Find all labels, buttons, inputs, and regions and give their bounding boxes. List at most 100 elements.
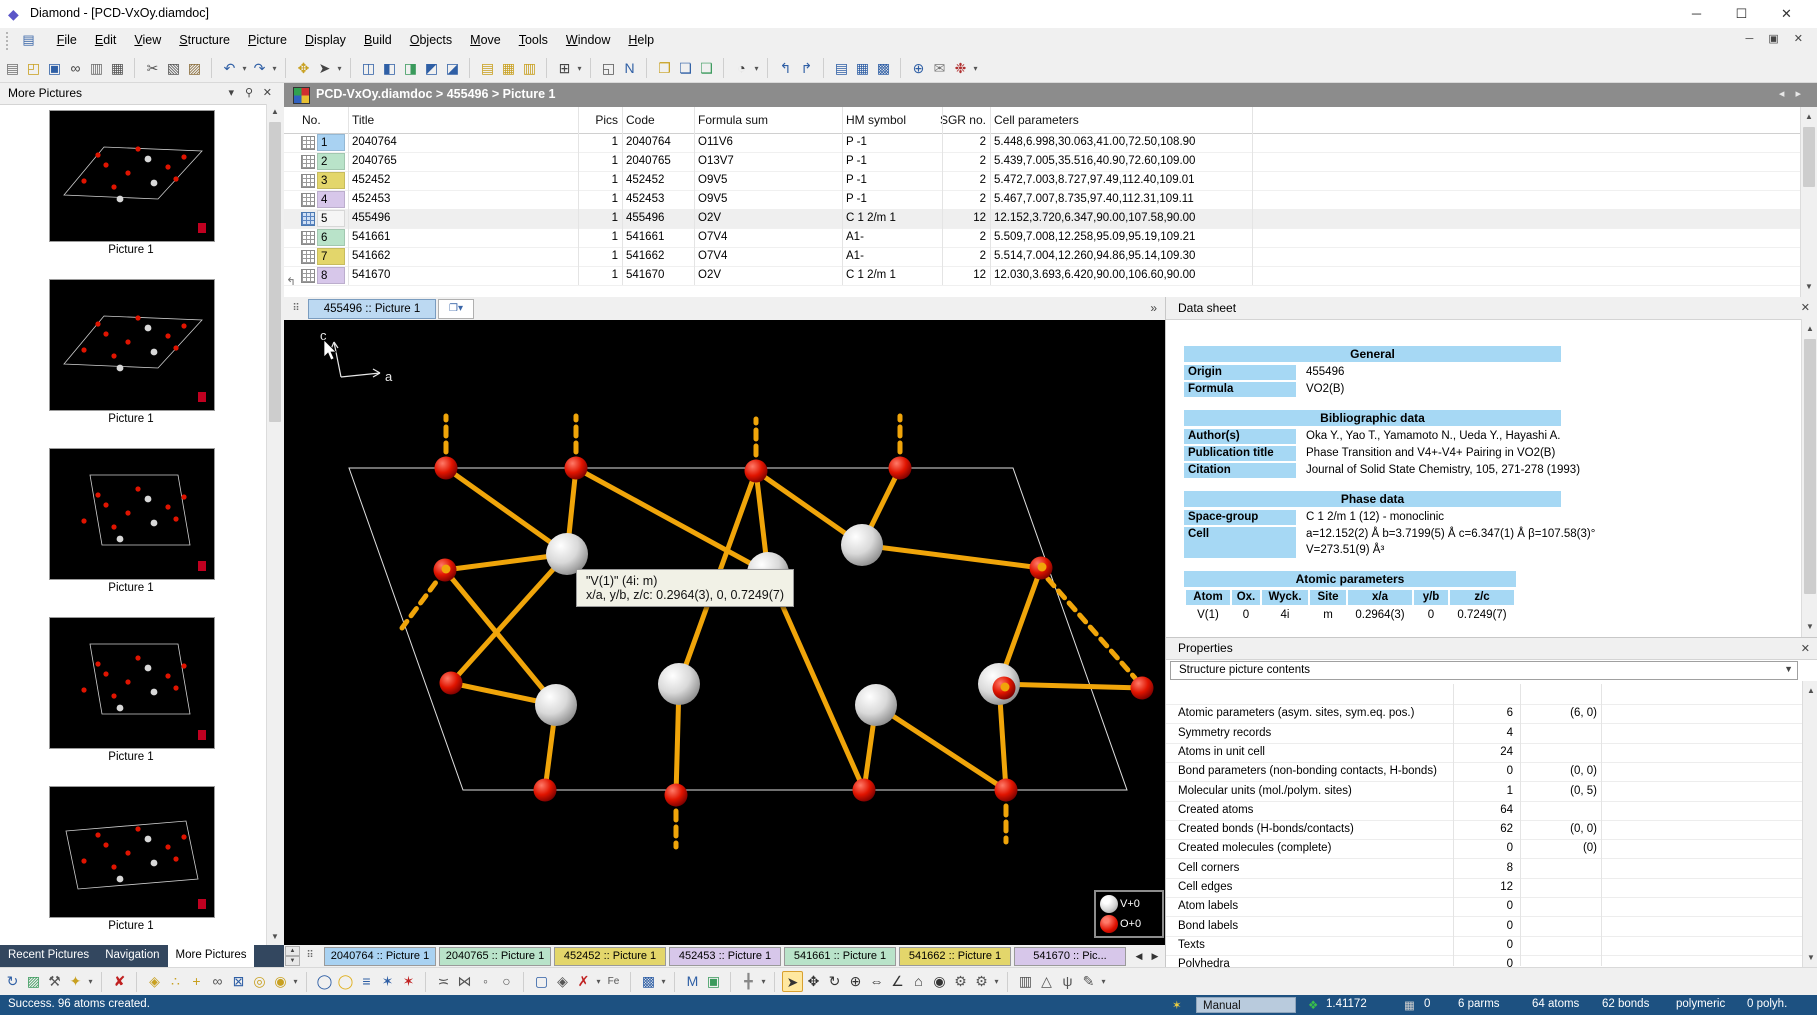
oxygen-atom[interactable] (995, 779, 1018, 802)
settings-icon[interactable]: ⚙ (950, 971, 971, 992)
close-icon[interactable]: ✕ (1801, 301, 1810, 314)
panel-tab-recent-pictures[interactable]: Recent Pictures (0, 945, 97, 967)
picture-thumbnail[interactable] (49, 279, 215, 411)
ring-small-icon[interactable]: ◦ (475, 971, 496, 992)
copy-icon[interactable]: ▧ (163, 58, 184, 79)
tile-icon[interactable]: ❑ (696, 58, 717, 79)
tab-scroll-down-icon[interactable]: ▼ (285, 956, 300, 966)
picture-thumbnail[interactable] (49, 110, 215, 242)
move-all-icon[interactable]: ✥ (803, 971, 824, 992)
property-row[interactable]: Created atoms64 (1166, 801, 1802, 821)
scroll-up-icon[interactable]: ▲ (1801, 109, 1817, 125)
table-row[interactable]: 54554961455496O2VC 1 2/m 11212.152,3.720… (284, 209, 1800, 229)
scrollbar-thumb[interactable] (269, 122, 281, 422)
destroy-icon[interactable]: ✘ (109, 971, 130, 992)
column-header-code[interactable]: Code (626, 107, 688, 133)
table-row[interactable]: 2204076512040765O13V7P -125.439,7.005,35… (284, 152, 1800, 172)
property-row[interactable]: Atoms in unit cell24 (1166, 743, 1802, 763)
picture-view-icon[interactable]: ◩ (421, 58, 442, 79)
property-row[interactable]: Cell corners8 (1166, 859, 1802, 879)
vanadium-atom[interactable] (855, 684, 897, 726)
menu-structure[interactable]: Structure (170, 28, 239, 51)
ring-icon[interactable]: ◎ (249, 971, 270, 992)
lattice-icon[interactable]: ✶ (377, 971, 398, 992)
column-header-cell-parameters[interactable]: Cell parameters (994, 107, 1254, 133)
property-row[interactable] (1166, 685, 1802, 705)
table-row[interactable]: 44524531452453O9V5P -125.467,7.007,8.735… (284, 190, 1800, 210)
histogram-icon[interactable]: ▥ (1015, 971, 1036, 992)
new-window-icon[interactable]: ❐ (654, 58, 675, 79)
circle-tool-icon[interactable]: ◔ (731, 58, 752, 79)
print-preview-icon[interactable]: ▥ (86, 58, 107, 79)
table-scrollbar[interactable]: ▲ ▼ (1800, 107, 1817, 297)
atom-group-icon[interactable]: ∴ (165, 971, 186, 992)
report-icon[interactable]: ▩ (873, 58, 894, 79)
pencil-dropdown-icon[interactable]: ▾ (1099, 977, 1108, 986)
scrollbar-thumb[interactable] (1804, 339, 1816, 594)
row-grid-icon[interactable] (301, 212, 315, 226)
color-table-dropdown-icon[interactable]: ▾ (659, 977, 668, 986)
rotate-icon[interactable]: ↻ (824, 971, 845, 992)
scroll-up-icon[interactable]: ▲ (267, 104, 283, 120)
scroll-down-icon[interactable]: ▼ (1801, 279, 1817, 295)
grid-dropdown-icon[interactable]: ▾ (575, 64, 584, 73)
breadcrumb-nav-arrows[interactable]: ◂ ▸ (1779, 87, 1805, 100)
distances-table-icon[interactable]: ▦ (498, 58, 519, 79)
settings2-icon[interactable]: ⚙ (971, 971, 992, 992)
close-button[interactable]: ✕ (1764, 0, 1809, 28)
menu-objects[interactable]: Objects (401, 28, 461, 51)
settings2-dropdown-icon[interactable]: ▾ (992, 977, 1001, 986)
picture-tab[interactable]: 541661 :: Picture 1 (784, 947, 896, 966)
wizard-icon[interactable]: ✦ (65, 971, 86, 992)
datasheet-scrollbar[interactable]: ▲ ▼ (1801, 319, 1817, 637)
scroll-down-icon[interactable]: ▼ (1802, 619, 1817, 635)
column-header-title[interactable]: Title (352, 107, 574, 133)
property-row[interactable]: Molecular units (mol./polym. sites)1(0, … (1166, 782, 1802, 802)
y-tool-icon[interactable]: ψ (1057, 971, 1078, 992)
molecule-icon[interactable]: ❉ (950, 58, 971, 79)
tabs-next-icon[interactable]: ▶ (1148, 948, 1162, 964)
property-row[interactable]: Bond labels0 (1166, 917, 1802, 937)
panel-tab-navigation[interactable]: Navigation (97, 945, 167, 967)
picture-tab[interactable]: 2040765 :: Picture 1 (439, 947, 551, 966)
fill-menu-dropdown-icon[interactable]: ▾ (291, 977, 300, 986)
menu-move[interactable]: Move (461, 28, 510, 51)
build-icon[interactable]: ⚒ (44, 971, 65, 992)
property-row[interactable]: Cell edges12 (1166, 878, 1802, 898)
pointer-icon[interactable]: ➤ (314, 58, 335, 79)
grid-icon[interactable]: ⊞ (554, 58, 575, 79)
oxygen-atom[interactable] (889, 457, 912, 480)
row-grid-icon[interactable] (301, 269, 315, 283)
grid-cross-icon[interactable]: ╋ (738, 971, 759, 992)
scroll-down-icon[interactable]: ▼ (267, 929, 283, 945)
scrollbar-thumb[interactable] (1803, 127, 1815, 187)
property-row[interactable]: Atomic parameters (asym. sites, sym.eq. … (1166, 704, 1802, 724)
column-header-hm-symbol[interactable]: HM symbol (846, 107, 940, 133)
row-grid-icon[interactable] (301, 193, 315, 207)
menu-file[interactable]: File (48, 28, 86, 51)
translate-icon[interactable]: ⊕ (845, 971, 866, 992)
oxygen-atom[interactable] (745, 460, 768, 483)
table-row[interactable]: 34524521452452O9V5P -125.472,7.003,8.727… (284, 171, 1800, 191)
grid-handle-icon[interactable]: ⠿ (288, 301, 304, 316)
pointer-dropdown-icon[interactable]: ▾ (335, 64, 344, 73)
vanadium-atom[interactable] (658, 663, 700, 705)
property-row[interactable]: Atom labels0 (1166, 897, 1802, 917)
close-icon[interactable]: ✕ (263, 86, 272, 99)
spin-icon[interactable]: ◉ (929, 971, 950, 992)
picture-thumbnail[interactable] (49, 786, 215, 918)
redo-icon[interactable]: ↷ (249, 58, 270, 79)
prev-picture-icon[interactable]: ↰ (775, 58, 796, 79)
polyhedron-icon[interactable]: ◈ (144, 971, 165, 992)
pin-icon[interactable]: ⚲ (245, 86, 253, 99)
picture-tab[interactable]: 452452 :: Picture 1 (554, 947, 666, 966)
property-row[interactable]: Created bonds (H-bonds/contacts)62(0, 0) (1166, 820, 1802, 840)
breadcrumb[interactable]: PCD-VxOy.diamdoc > 455496 > Picture 1 (316, 87, 555, 101)
menu-edit[interactable]: Edit (86, 28, 126, 51)
fe-label-icon[interactable]: Fe (603, 971, 624, 992)
row-grid-icon[interactable] (301, 231, 315, 245)
paste-icon[interactable]: ▨ (184, 58, 205, 79)
toolbar-grip[interactable] (6, 32, 13, 50)
undo-icon[interactable]: ↶ (219, 58, 240, 79)
close-icon[interactable]: ✕ (1801, 642, 1810, 655)
